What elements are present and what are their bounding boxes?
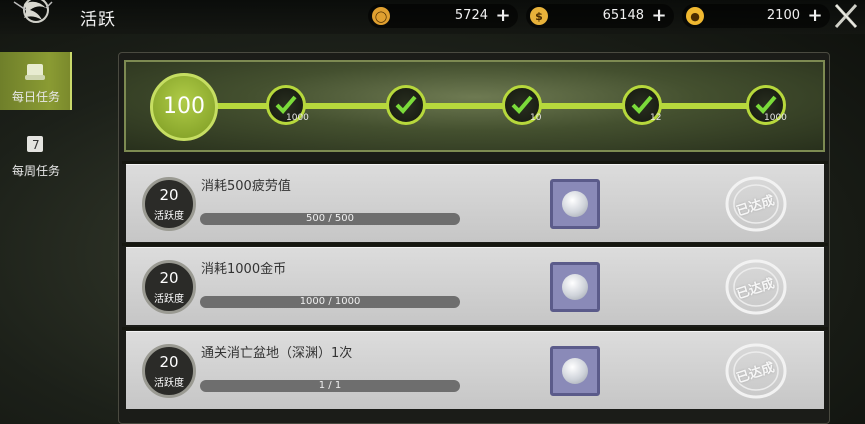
currency-amount: 65148 xyxy=(602,8,644,23)
activity-points-badge: 20 活跃度 xyxy=(142,177,196,231)
row-divider xyxy=(122,327,828,330)
gold-coin-icon: ● xyxy=(686,7,704,25)
activity-points-badge: 20 活跃度 xyxy=(142,344,196,398)
dragon-emblem-icon xyxy=(13,0,53,23)
tab-weekly-tasks[interactable]: 7 每周任务 xyxy=(0,126,72,184)
task-title: 消耗1000金币 xyxy=(201,262,287,277)
reward-quantity: 1000 xyxy=(286,113,309,123)
points-unit: 活跃度 xyxy=(154,378,184,389)
current-activity-score: 100 xyxy=(150,73,218,141)
tab-label: 每周任务 xyxy=(11,164,60,178)
task-progress-text: 1 / 1 xyxy=(318,380,342,391)
points-value: 20 xyxy=(159,269,179,287)
add-coin-button[interactable]: + xyxy=(494,7,512,25)
silver-gem-icon xyxy=(562,274,588,300)
task-reward-item[interactable] xyxy=(550,262,600,312)
points-value: 20 xyxy=(159,186,179,204)
money-bag-icon: $ xyxy=(530,7,548,25)
task-progress-text: 1000 / 1000 xyxy=(299,296,361,307)
weekly-calendar-icon: 7 xyxy=(27,136,43,152)
task-row: 20 活跃度 消耗500疲劳值 500 / 500 已达成 xyxy=(126,164,824,242)
currency-amount: 2100 xyxy=(766,8,800,23)
activity-points-badge: 20 活跃度 xyxy=(142,260,196,314)
row-divider xyxy=(122,243,828,246)
task-progress-text: 500 / 500 xyxy=(306,213,354,224)
checkmark-icon xyxy=(395,95,417,114)
add-bag-button[interactable]: + xyxy=(650,7,668,25)
silver-gem-icon xyxy=(562,191,588,217)
task-title: 通关消亡盆地（深渊）1次 xyxy=(201,346,353,361)
task-reward-item[interactable] xyxy=(550,179,600,229)
close-icon[interactable] xyxy=(833,2,859,30)
points-unit: 活跃度 xyxy=(154,211,184,222)
reward-quantity: 1000 xyxy=(764,113,787,123)
currency-coin: ◯ 5724 + xyxy=(368,4,518,28)
top-bar: 活跃 ◯ 5724 + $ 65148 + ● 2100 + xyxy=(0,0,865,34)
coin-ring-icon: ◯ xyxy=(372,7,390,25)
currency-bag: $ 65148 + xyxy=(526,4,674,28)
add-gold-button[interactable]: + xyxy=(806,7,824,25)
silver-gem-icon xyxy=(562,358,588,384)
weekly-icon-digit: 7 xyxy=(32,138,40,152)
scroll-icon xyxy=(25,64,45,80)
task-row: 20 活跃度 通关消亡盆地（深渊）1次 1 / 1 已达成 xyxy=(126,331,824,409)
reward-quantity: 10 xyxy=(530,113,542,123)
reward-quantity: 12 xyxy=(650,113,662,123)
points-value: 20 xyxy=(159,353,179,371)
page-title: 活跃 xyxy=(80,10,116,30)
task-row: 20 活跃度 消耗1000金币 1000 / 1000 已达成 xyxy=(126,247,824,325)
currency-gold: ● 2100 + xyxy=(682,4,830,28)
tab-daily-tasks[interactable]: 每日任务 xyxy=(0,52,72,110)
currency-amount: 5724 xyxy=(454,8,488,23)
tab-label: 每日任务 xyxy=(11,90,60,104)
reward-node-2[interactable] xyxy=(386,85,426,125)
task-title: 消耗500疲劳值 xyxy=(201,179,291,194)
points-unit: 活跃度 xyxy=(154,294,184,305)
task-reward-item[interactable] xyxy=(550,346,600,396)
